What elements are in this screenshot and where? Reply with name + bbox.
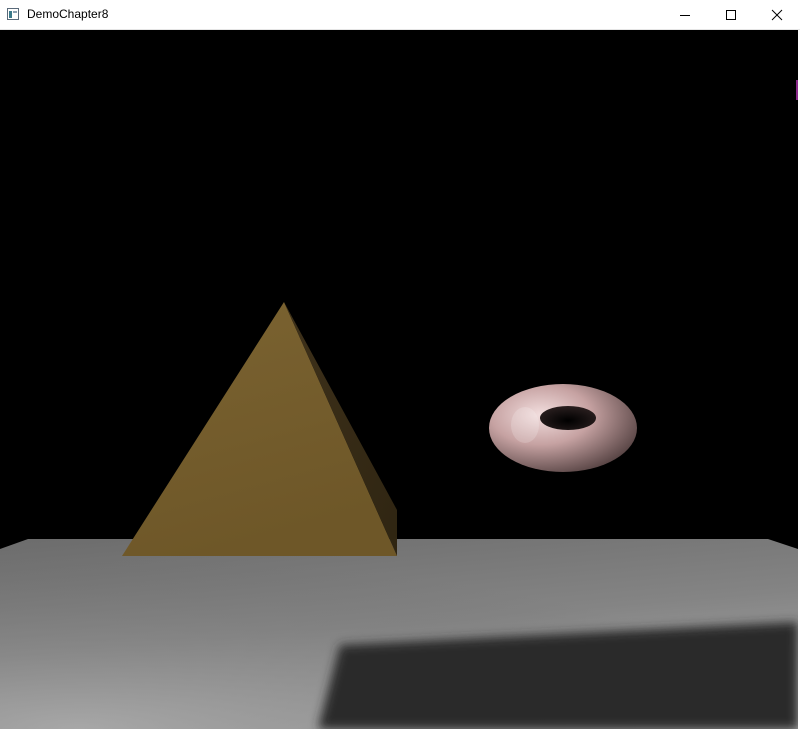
app-window: DemoChapter8 — [0, 0, 800, 729]
minimize-icon — [680, 14, 690, 16]
title-bar[interactable]: DemoChapter8 — [0, 0, 800, 30]
pyramid-front-face — [122, 302, 397, 556]
maximize-icon — [726, 9, 736, 20]
minimize-button[interactable] — [662, 0, 708, 29]
maximize-button[interactable] — [708, 0, 754, 29]
torus-highlight — [511, 407, 539, 443]
app-icon — [7, 8, 19, 20]
viewport-edge-marker — [796, 80, 798, 100]
scene-canvas — [0, 302, 798, 729]
window-title: DemoChapter8 — [27, 7, 109, 21]
close-icon — [771, 9, 783, 20]
torus-hole — [540, 406, 596, 430]
render-viewport[interactable] — [0, 30, 798, 729]
close-button[interactable] — [754, 0, 800, 29]
